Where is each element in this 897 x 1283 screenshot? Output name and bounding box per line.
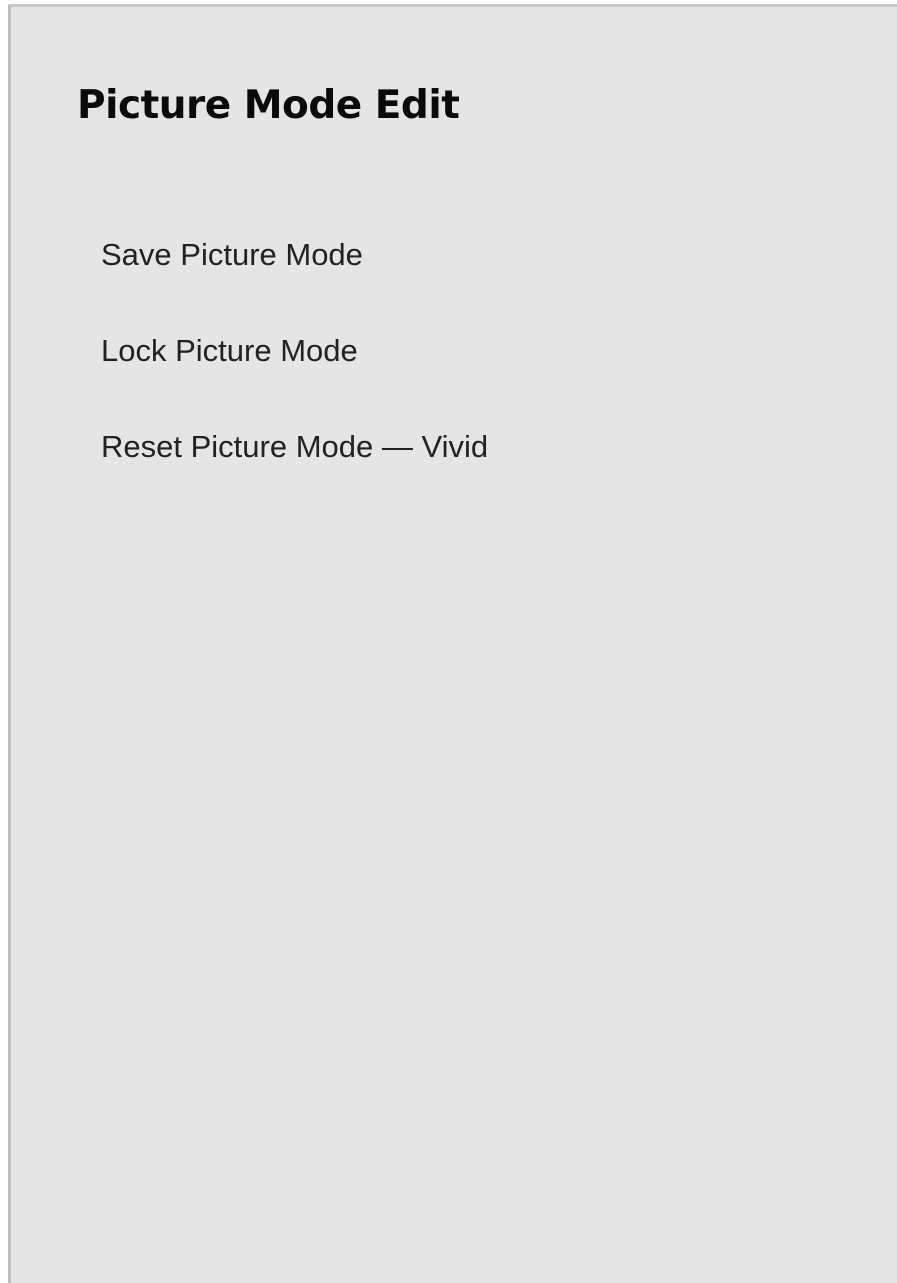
menu-item-reset-picture-mode[interactable]: Reset Picture Mode — Vivid — [101, 425, 488, 521]
menu-item-save-picture-mode[interactable]: Save Picture Mode — [101, 233, 488, 329]
picture-mode-menu: Save Picture Mode Lock Picture Mode Rese… — [101, 233, 488, 521]
page-title: Picture Mode Edit — [77, 83, 460, 128]
menu-item-lock-picture-mode[interactable]: Lock Picture Mode — [101, 329, 488, 425]
picture-mode-edit-panel: Picture Mode Edit Save Picture Mode Lock… — [8, 4, 897, 1283]
